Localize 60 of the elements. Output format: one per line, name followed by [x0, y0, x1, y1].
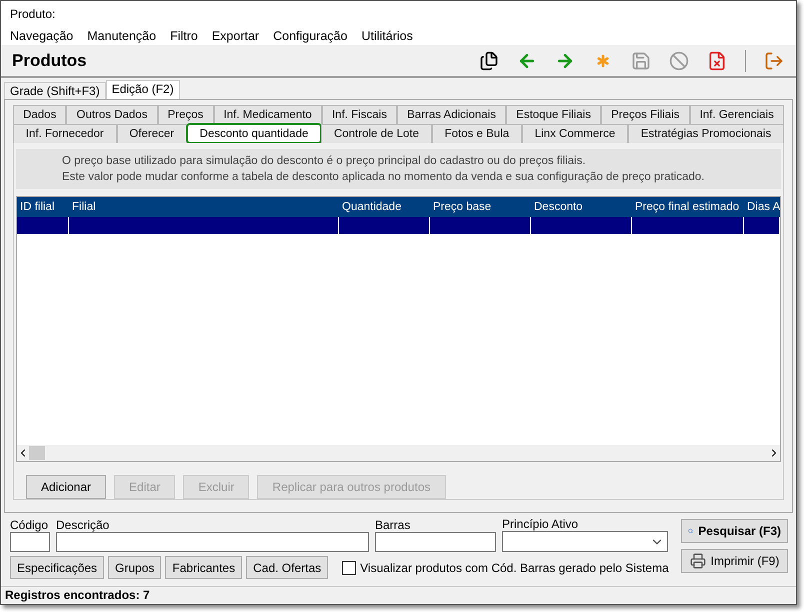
tab[interactable]: Barras Adicionais	[397, 105, 506, 124]
menu-item[interactable]: Filtro	[170, 29, 198, 44]
action-button[interactable]: Adicionar	[26, 475, 106, 500]
table-row[interactable]	[17, 217, 780, 234]
filter-button[interactable]: Fabricantes	[165, 556, 242, 580]
tab[interactable]: Controle de Lote	[321, 124, 432, 144]
tab[interactable]: Preços Filiais	[601, 105, 690, 124]
dropdown-field[interactable]	[502, 531, 668, 552]
input-field[interactable]	[375, 532, 496, 552]
column-header[interactable]: Dias A	[744, 197, 780, 218]
horizontal-scrollbar[interactable]	[17, 445, 780, 462]
field-label: Barras	[375, 518, 412, 532]
filter-button[interactable]: Cad. Ofertas	[246, 556, 328, 580]
tab[interactable]: Estoque Filiais	[506, 105, 602, 124]
menu-item[interactable]: Exportar	[212, 29, 260, 44]
checkbox-label: Visualizar produtos com Cód. Barras gerado pelo Sistema	[360, 560, 669, 575]
menu-item[interactable]: Configuração	[273, 29, 348, 44]
column-header[interactable]: Filial	[69, 197, 339, 218]
tab[interactable]: Desconto quantidade	[186, 124, 322, 144]
copy-icon[interactable]	[479, 50, 499, 71]
tab[interactable]: Dados	[13, 105, 66, 124]
filter-button[interactable]: Grupos	[108, 556, 162, 580]
menu-item[interactable]: Navegação	[10, 29, 74, 44]
filter-button[interactable]: Especificações	[10, 556, 104, 580]
page-title: Produtos	[12, 50, 87, 71]
printer-icon	[690, 553, 706, 570]
exit-icon[interactable]	[764, 50, 784, 71]
column-header[interactable]: Preço base	[430, 197, 531, 218]
field-label: Princípio Ativo	[502, 517, 580, 532]
field-label: Descrição	[56, 518, 110, 532]
input-field[interactable]	[56, 532, 369, 552]
tab[interactable]: Inf. Medicamento	[214, 105, 322, 124]
tab[interactable]: Inf. Gerenciais	[690, 105, 784, 124]
info-text: Este valor pode mudar conforme a tabela de desconto aplicada no momento da venda e sua configuração de preço praticado.	[62, 170, 706, 186]
menu-item[interactable]: Utilitários	[361, 29, 413, 44]
checkbox[interactable]	[342, 560, 356, 575]
tab[interactable]: Fotos e Bula	[432, 124, 522, 144]
column-header[interactable]: Preço final estimado	[632, 197, 744, 218]
scrollbar-thumb[interactable]	[29, 446, 45, 460]
info-text: O preço base utilizado para simulação do desconto é o preço principal do cadastro ou do preços filiais.	[62, 154, 587, 170]
column-header[interactable]: Desconto	[531, 197, 632, 218]
view-tab[interactable]: Grade (Shift+F3)	[4, 82, 106, 100]
product-label: Produto:	[10, 7, 56, 22]
view-tab[interactable]: Edição (F2)	[106, 80, 180, 100]
delete-icon[interactable]	[707, 50, 727, 71]
tab[interactable]: Inf. Fiscais	[322, 105, 398, 124]
column-header[interactable]: Quantidade	[339, 197, 430, 218]
tab[interactable]: Outros Dados	[66, 105, 158, 124]
input-field[interactable]	[10, 532, 50, 552]
field-label: Código	[10, 518, 50, 532]
tab[interactable]: Oferecer	[116, 124, 187, 144]
tab[interactable]: Preços	[158, 105, 214, 124]
column-header[interactable]: ID filial	[17, 197, 69, 218]
search-button[interactable]: Pesquisar (F3)	[681, 519, 788, 544]
status-text: Registros encontrados: 7	[5, 588, 150, 602]
tab[interactable]: Inf. Fornecedor	[13, 124, 117, 144]
tab[interactable]: Linx Commerce	[522, 124, 628, 144]
print-button[interactable]: Imprimir (F9)	[681, 549, 788, 574]
tab[interactable]: Estratégias Promocionais	[628, 124, 784, 144]
menu-item[interactable]: Manutenção	[87, 29, 156, 44]
